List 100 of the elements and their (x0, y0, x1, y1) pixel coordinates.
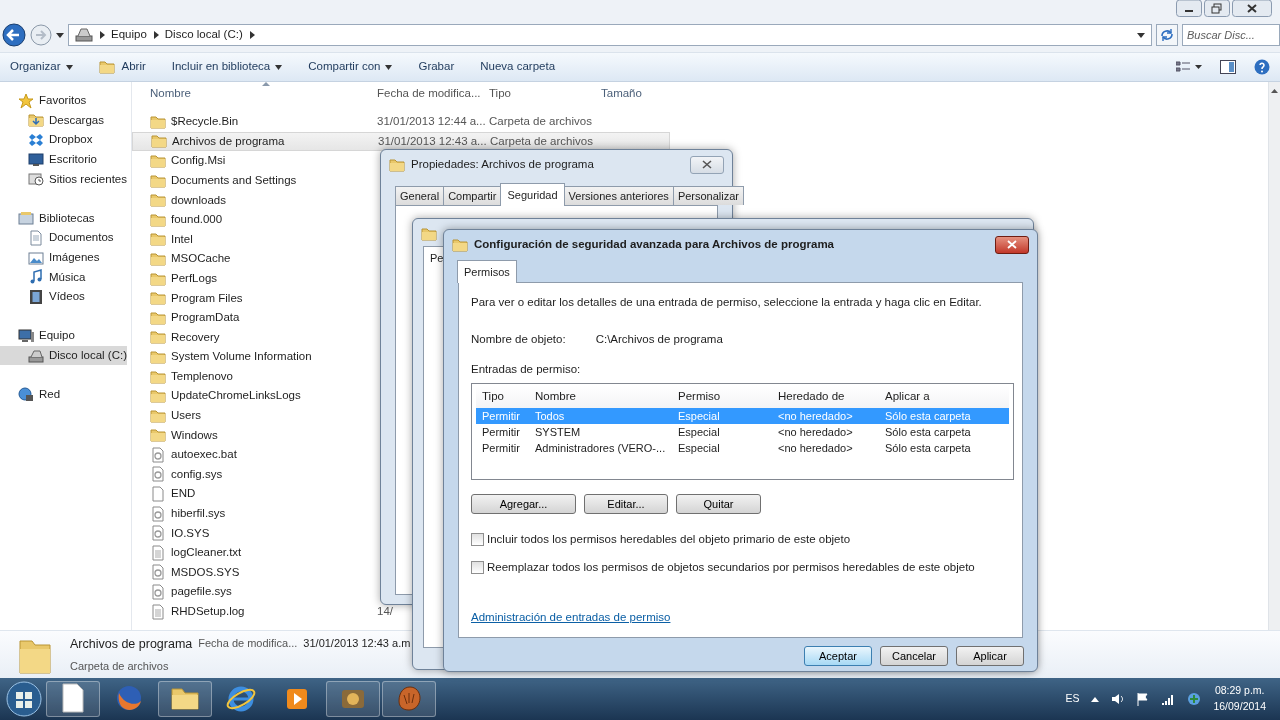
file-name[interactable]: downloads (171, 191, 226, 209)
dialog-button[interactable]: Aplicar (956, 646, 1024, 666)
column-header[interactable]: Tipo (489, 85, 601, 103)
file-name[interactable]: Templenovo (171, 367, 233, 386)
column-header[interactable]: Tipo (476, 388, 529, 406)
menu-button[interactable]: Compartir con (308, 58, 393, 76)
file-name[interactable]: Windows (171, 426, 218, 444)
signal-icon[interactable] (1161, 693, 1176, 705)
language-indicator[interactable]: ES (1065, 691, 1080, 707)
refresh-icon[interactable] (1156, 24, 1178, 46)
nav-item[interactable]: Imágenes (0, 247, 131, 268)
preview-pane-icon[interactable] (1220, 60, 1236, 74)
file-name[interactable]: Archivos de programa (172, 132, 285, 150)
nav-group[interactable]: Red (0, 384, 131, 405)
file-name[interactable]: IO.SYS (171, 524, 210, 542)
dialog-button[interactable]: Cancelar (880, 646, 948, 666)
menu-button[interactable]: Organizar (10, 58, 73, 76)
back-icon[interactable] (2, 23, 26, 47)
nav-group[interactable]: Equipo (0, 326, 131, 346)
speaker-icon[interactable] (1111, 693, 1126, 705)
restore-icon[interactable] (1204, 0, 1230, 17)
close-button[interactable] (690, 155, 724, 174)
file-name[interactable]: Users (171, 407, 202, 425)
file-name[interactable]: UpdateChromeLinksLogs (171, 387, 301, 405)
file-name[interactable]: autoexec.bat (171, 446, 237, 464)
nav-item[interactable]: Vídeos (0, 286, 131, 307)
column-header[interactable]: Nombre (132, 85, 377, 103)
dialog-button[interactable]: Agregar... (471, 494, 576, 515)
clock-time[interactable]: 08:29 p.m. (1214, 683, 1265, 699)
file-name[interactable]: Config.Msi (171, 152, 226, 170)
file-name[interactable]: PerfLogs (171, 269, 218, 288)
table-cell-text: Sólo esta carpeta (884, 424, 972, 440)
checkbox[interactable] (471, 533, 484, 547)
file-name[interactable]: hiberfil.sys (171, 505, 226, 523)
file-name[interactable]: ProgramData (171, 309, 240, 327)
flag-icon[interactable] (1137, 692, 1150, 706)
menu-button[interactable]: Incluir en biblioteca (171, 58, 283, 76)
toolbar-button[interactable]: Grabar (418, 58, 455, 76)
file-name[interactable]: pagefile.sys (171, 583, 232, 601)
file-name[interactable]: System Volume Information (171, 348, 312, 366)
column-header[interactable]: Tamaño (601, 85, 642, 103)
file-name[interactable]: Recovery (171, 328, 220, 346)
file-name[interactable]: MSDOS.SYS (171, 563, 240, 582)
address-field[interactable]: Equipo Disco local (C:) (68, 24, 1152, 46)
view-options-icon[interactable] (1176, 61, 1202, 73)
column-header[interactable]: Nombre (529, 388, 672, 406)
close-icon[interactable] (1232, 0, 1272, 17)
column-header[interactable]: Fecha de modifica... (377, 85, 489, 103)
tab[interactable]: General (395, 185, 445, 205)
nav-group[interactable]: Bibliotecas (0, 208, 131, 229)
file-name[interactable]: Documents and Settings (171, 171, 297, 190)
dialog-button[interactable]: Quitar (676, 494, 761, 515)
nav-item[interactable]: Música (0, 267, 131, 287)
file-name[interactable]: MSOCache (171, 250, 231, 268)
minimize-icon[interactable] (1176, 0, 1202, 17)
tab[interactable]: Personalizar (672, 185, 744, 205)
permission-link[interactable]: Administración de entradas de permiso (471, 608, 671, 626)
checkbox[interactable] (471, 560, 484, 574)
file-name[interactable]: Program Files (171, 289, 243, 307)
file-name[interactable]: $Recycle.Bin (171, 113, 239, 131)
folder-icon (150, 368, 166, 385)
taskbar-button[interactable] (158, 681, 212, 717)
breadcrumb[interactable]: Disco local (C:) (164, 26, 243, 44)
network-icon[interactable] (1187, 692, 1202, 706)
file-name[interactable]: RHDSetup.log (171, 603, 245, 621)
file-name[interactable]: Intel (171, 230, 193, 248)
dialog-button[interactable]: Editar... (584, 494, 668, 515)
help-icon[interactable] (1254, 59, 1270, 75)
permission-list[interactable] (471, 382, 1014, 481)
taskbar-button[interactable] (46, 681, 100, 717)
nav-item[interactable]: Descargas (0, 110, 131, 131)
nav-item[interactable]: Disco local (C:) (0, 345, 127, 366)
dropdown-icon[interactable] (1137, 31, 1145, 39)
file-name[interactable]: found.000 (171, 211, 223, 229)
tab[interactable]: Permisos (457, 259, 517, 283)
dropdown-icon[interactable] (56, 31, 64, 39)
file-name[interactable]: logCleaner.txt (171, 544, 242, 562)
start-icon[interactable] (4, 679, 44, 719)
nav-item[interactable]: Documentos (0, 228, 131, 248)
tab[interactable]: Versiones anteriores (563, 185, 674, 205)
clock-date[interactable]: 16/09/2014 (1213, 699, 1266, 715)
file-name[interactable]: END (171, 485, 196, 503)
toolbar-button[interactable]: Abrir (98, 58, 146, 76)
nav-item[interactable]: Escritorio (0, 149, 131, 170)
details-type: Carpeta de archivos (70, 658, 170, 674)
search-field[interactable]: Buscar Disc... (1182, 24, 1280, 46)
column-header[interactable]: Heredado de (772, 388, 879, 406)
column-header[interactable]: Permiso (672, 388, 772, 406)
breadcrumb[interactable]: Equipo (111, 26, 147, 44)
show-hidden-icons-icon[interactable] (1091, 696, 1100, 702)
tab[interactable]: Compartir (443, 185, 502, 205)
dialog-button[interactable]: Aceptar (804, 646, 872, 666)
tab[interactable]: Seguridad (500, 182, 565, 206)
nav-item[interactable]: Dropbox (0, 130, 131, 150)
file-name[interactable]: config.sys (171, 465, 223, 484)
toolbar-button[interactable]: Nueva carpeta (480, 58, 556, 76)
nav-item[interactable]: Sitios recientes (0, 169, 131, 189)
column-header[interactable]: Aplicar a (879, 388, 1004, 406)
close-button[interactable] (995, 235, 1029, 254)
nav-group[interactable]: Favoritos (0, 91, 131, 111)
